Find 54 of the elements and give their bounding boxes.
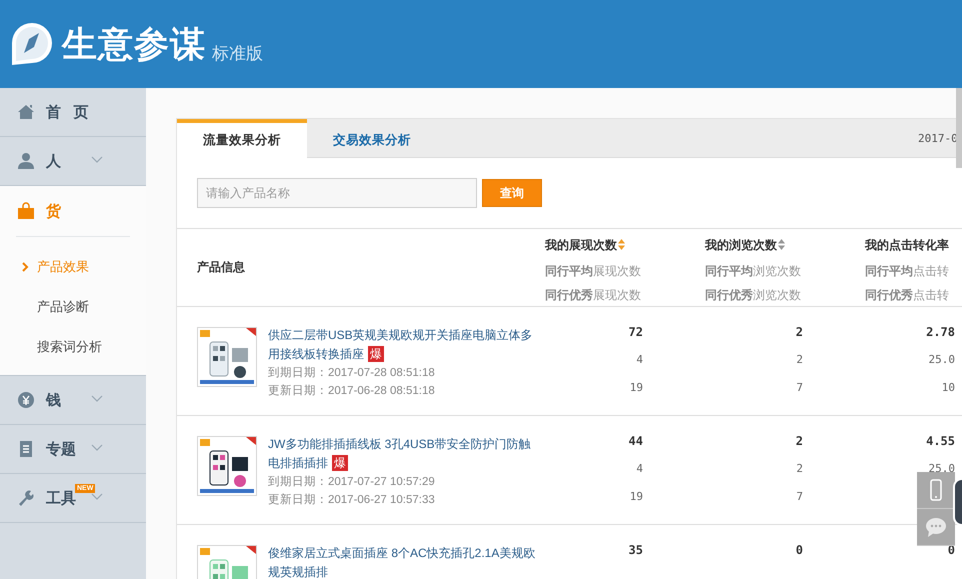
document-icon: [17, 440, 35, 458]
metric-value: 2: [796, 462, 803, 475]
column-subheader: 同行平均展现次数: [545, 263, 642, 280]
metric-value: 0: [796, 543, 803, 557]
yen-icon: [17, 391, 35, 409]
update-date: 更新日期：2017-06-27 10:57:33: [268, 492, 436, 508]
metric-value: 10: [942, 381, 955, 394]
product-search-field[interactable]: 请输入产品名称: [197, 178, 477, 208]
app-title: 生意参谋: [62, 24, 206, 66]
update-date: 更新日期：2017-06-28 08:51:18: [268, 383, 436, 399]
column-subheader: 同行优秀浏览次数: [705, 287, 802, 304]
wrench-icon: [17, 489, 35, 507]
metric-value: 19: [630, 490, 643, 503]
column-subheader: 同行优秀点击转: [865, 287, 950, 304]
nav-subitem[interactable]: 产品诊断: [0, 287, 146, 327]
column-header: 我的浏览次数: [705, 237, 777, 254]
column-header: 产品信息: [196, 259, 246, 276]
column-subheader: 同行平均浏览次数: [705, 263, 802, 280]
metric-value: 4.55: [926, 434, 955, 448]
metric-value: 4: [636, 462, 643, 475]
chevron-right-icon: [22, 262, 29, 272]
column-header: 我的点击转化率: [865, 237, 949, 254]
sort-icon[interactable]: [778, 239, 785, 250]
product-title-link[interactable]: 供应二层带USB英规美规欧规开关插座电脑立体多用接线板转换插座 爆: [268, 326, 540, 364]
product-title-link[interactable]: 俊维家居立式桌面插座 8个AC快充插孔2.1A美规欧规英规插排: [268, 544, 540, 579]
metric-value: 7: [796, 381, 803, 394]
metric-value: 2: [796, 325, 803, 339]
metric-value: 2: [796, 353, 803, 366]
chat-icon: [925, 516, 947, 538]
column-subheader: 同行平均点击转: [865, 263, 950, 280]
shopping-bag-icon: [17, 202, 35, 220]
metric-value: 4: [636, 353, 643, 366]
expiry-date: 到期日期：2017-07-28 08:51:18: [268, 366, 436, 381]
column-subheader: 同行优秀展现次数: [545, 287, 642, 304]
expiry-date: 到期日期：2017-07-27 10:57:29: [268, 474, 436, 490]
metric-value: 7: [796, 490, 803, 503]
metric-value: 44: [628, 434, 643, 448]
metric-value: 2: [796, 434, 803, 448]
product-title-link[interactable]: JW多功能排插插线板 3孔4USB带安全防护门防触电排插插排 爆: [268, 435, 540, 473]
tab[interactable]: 流量效果分析: [177, 119, 307, 158]
metric-value: 25.0: [928, 353, 955, 366]
sort-icon[interactable]: [618, 239, 625, 250]
home-icon: [17, 103, 35, 121]
metric-value: 72: [628, 325, 643, 339]
avatar[interactable]: [953, 478, 962, 526]
tab[interactable]: 交易效果分析: [307, 119, 437, 157]
person-icon: [17, 152, 35, 170]
column-header: 我的展现次数: [545, 237, 617, 254]
metric-value: 2.78: [926, 325, 955, 339]
metric-value: 19: [630, 381, 643, 394]
metric-value: 35: [628, 543, 643, 557]
metric-value: 25.0: [928, 462, 955, 475]
nav-subitem[interactable]: 搜索词分析: [0, 327, 146, 367]
edition-label: 标准版: [212, 42, 263, 64]
